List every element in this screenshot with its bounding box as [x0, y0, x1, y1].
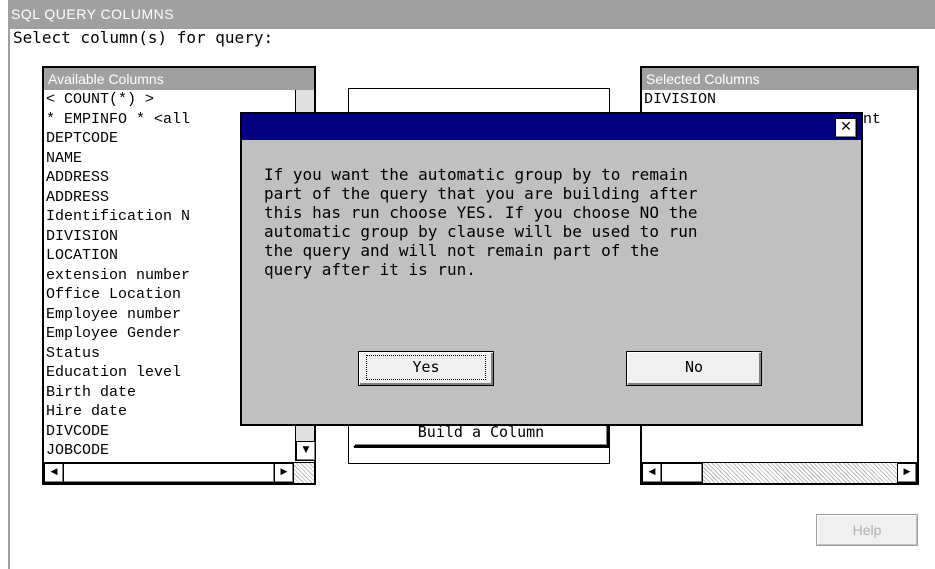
available-horizontal-scrollbar[interactable]: ◀ ▶ [44, 462, 314, 483]
yes-button[interactable]: Yes [358, 351, 494, 386]
list-item[interactable]: < COUNT(*) > [46, 90, 294, 110]
scroll-down-icon[interactable]: ▼ [296, 441, 316, 461]
window-left-border [8, 29, 10, 569]
no-button[interactable]: No [626, 351, 762, 386]
message-line: part of the query that you are building … [264, 184, 698, 203]
window-title: SQL QUERY COLUMNS [8, 0, 935, 29]
scroll-thumb[interactable] [661, 463, 703, 483]
list-item[interactable]: JOBCODE [46, 441, 294, 461]
scroll-left-icon[interactable]: ◀ [44, 463, 64, 483]
selected-horizontal-scrollbar[interactable]: ◀ ▶ [642, 462, 917, 483]
list-item[interactable]: DIVISION [644, 90, 915, 110]
message-line: this has run choose YES. If you choose N… [264, 203, 698, 222]
close-icon[interactable]: ✕ [835, 118, 857, 138]
dialog-message: If you want the automatic group by to re… [264, 165, 854, 279]
select-prompt: Select column(s) for query: [13, 28, 274, 47]
scroll-left-icon[interactable]: ◀ [642, 463, 662, 483]
selected-columns-header: Selected Columns [642, 68, 917, 90]
group-by-dialog: ✕ If you want the automatic group by to … [240, 112, 863, 426]
help-button[interactable]: Help [816, 514, 918, 546]
message-line: automatic group by clause will be used t… [264, 222, 698, 241]
scroll-right-icon[interactable]: ▶ [274, 463, 294, 483]
scroll-thumb[interactable] [63, 463, 275, 483]
message-line: query after it is run. [264, 260, 476, 279]
message-line: If you want the automatic group by to re… [264, 165, 688, 184]
dialog-titlebar: ✕ [242, 114, 861, 140]
message-line: the query and will not remain part of th… [264, 241, 659, 260]
scroll-right-icon[interactable]: ▶ [897, 463, 917, 483]
yes-button-label: Yes [366, 355, 486, 380]
available-columns-header: Available Columns [44, 68, 314, 90]
